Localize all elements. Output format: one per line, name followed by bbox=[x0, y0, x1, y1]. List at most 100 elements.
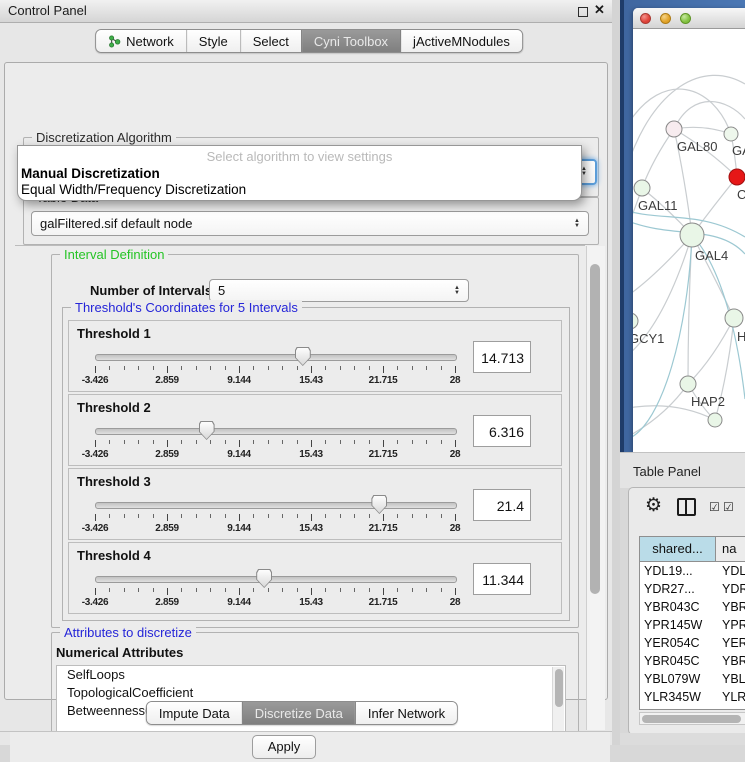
table-row[interactable]: YBR043CYBR0 bbox=[640, 598, 745, 616]
network-node[interactable] bbox=[680, 376, 696, 392]
tick-mark bbox=[167, 440, 168, 447]
tick-mark bbox=[282, 366, 283, 370]
attribute-list-item[interactable]: SelfLoops bbox=[57, 666, 565, 684]
tick-mark bbox=[181, 440, 182, 444]
checkbox-checked-icon[interactable]: ☑ bbox=[723, 500, 734, 514]
tick-mark bbox=[153, 588, 154, 592]
tab-select[interactable]: Select bbox=[240, 30, 301, 52]
network-node-label: C bbox=[737, 187, 745, 202]
network-node[interactable] bbox=[729, 169, 745, 185]
control-panel-titlebar: Control Panel ✕ bbox=[0, 0, 612, 23]
network-node[interactable] bbox=[633, 313, 638, 329]
tick-mark bbox=[383, 440, 384, 447]
minimize-traffic-light-icon[interactable] bbox=[660, 13, 671, 24]
tick-mark bbox=[397, 440, 398, 444]
tick-mark bbox=[426, 440, 427, 444]
tab-style[interactable]: Style bbox=[186, 30, 240, 52]
popup-option-manual[interactable]: Manual Discretization bbox=[18, 166, 581, 182]
tick-mark bbox=[311, 514, 312, 521]
gear-icon[interactable]: ⚙ bbox=[645, 494, 662, 517]
tick-mark bbox=[354, 440, 355, 444]
table-horizontal-scrollbar[interactable] bbox=[639, 712, 745, 725]
threshold-value-field[interactable]: 6.316 bbox=[473, 415, 531, 447]
settings-scroll-region: Interval Definition Number of Intervals … bbox=[15, 245, 585, 732]
threshold-value-field[interactable]: 11.344 bbox=[473, 563, 531, 595]
combo-spinner-icon: ▲▼ bbox=[454, 286, 460, 296]
tab-infer-network[interactable]: Infer Network bbox=[355, 702, 457, 724]
node-attribute-table[interactable]: shared... na YDL19...YDL1YDR27...YDR2YBR… bbox=[639, 536, 745, 710]
tick-mark bbox=[369, 514, 370, 518]
tick-mark bbox=[239, 588, 240, 595]
tab-jactivemnodules[interactable]: jActiveMNodules bbox=[400, 30, 522, 52]
network-node[interactable] bbox=[724, 127, 738, 141]
panel-vertical-scrollbar[interactable] bbox=[586, 246, 605, 730]
threshold-value-field[interactable]: 14.713 bbox=[473, 341, 531, 373]
column-header-shared-name[interactable]: shared... bbox=[640, 537, 716, 561]
attributes-scrollbar[interactable] bbox=[552, 667, 564, 732]
tab-network[interactable]: Network bbox=[96, 30, 186, 52]
tick-label: -3.426 bbox=[82, 375, 109, 386]
zoom-traffic-light-icon[interactable] bbox=[680, 13, 691, 24]
network-window: GAL80GACGAL11GAL4GCY1HHAP2 bbox=[633, 8, 745, 452]
control-panel: Control Panel ✕ Network Style Select Cyn… bbox=[0, 0, 613, 745]
tick-mark bbox=[167, 366, 168, 373]
threshold-value-field[interactable]: 21.4 bbox=[473, 489, 531, 521]
tick-label: 9.144 bbox=[227, 375, 251, 386]
scrollbar-thumb[interactable] bbox=[555, 669, 563, 707]
table-data-combobox[interactable]: galFiltered.sif default node ▲▼ bbox=[31, 211, 589, 236]
close-icon[interactable]: ✕ bbox=[594, 2, 605, 18]
popup-option-equal-width[interactable]: Equal Width/Frequency Discretization bbox=[18, 182, 581, 198]
columns-icon[interactable] bbox=[677, 498, 696, 516]
tick-mark bbox=[369, 366, 370, 370]
threshold-slider-thumb[interactable] bbox=[256, 569, 272, 588]
network-node[interactable] bbox=[634, 180, 650, 196]
table-row[interactable]: YIL052CYIL0 bbox=[640, 706, 745, 710]
table-row[interactable]: YPR145WYPR1 bbox=[640, 616, 745, 634]
tick-mark bbox=[196, 514, 197, 518]
column-header-name[interactable]: na bbox=[716, 537, 745, 561]
scrollbar-thumb[interactable] bbox=[590, 264, 600, 594]
attribute-list-item[interactable]: TopologicalCoefficient bbox=[57, 684, 565, 702]
tick-mark bbox=[426, 514, 427, 518]
tick-mark bbox=[210, 514, 211, 518]
cell-name: YIL0 bbox=[716, 706, 745, 710]
table-row[interactable]: YLR345WYLR3 bbox=[640, 688, 745, 706]
tick-label: 28 bbox=[450, 597, 461, 608]
tab-impute-data[interactable]: Impute Data bbox=[147, 702, 242, 724]
tick-mark bbox=[153, 440, 154, 444]
tick-mark bbox=[95, 440, 96, 447]
table-row[interactable]: YER054CYER0 bbox=[640, 634, 745, 652]
number-of-intervals-combobox[interactable]: 5 ▲▼ bbox=[209, 279, 469, 302]
table-row[interactable]: YDL19...YDL1 bbox=[640, 562, 745, 580]
tick-label: 9.144 bbox=[227, 523, 251, 534]
float-window-icon[interactable] bbox=[578, 7, 588, 17]
tick-mark bbox=[181, 366, 182, 370]
threshold-slider-thumb[interactable] bbox=[371, 495, 387, 514]
discretization-group-label: Discretization Algorithm bbox=[32, 130, 176, 145]
table-header: shared... na bbox=[640, 537, 745, 562]
tab-discretize-data[interactable]: Discretize Data bbox=[242, 702, 355, 724]
network-canvas[interactable]: GAL80GACGAL11GAL4GCY1HHAP2 bbox=[633, 29, 745, 452]
network-node[interactable] bbox=[725, 309, 743, 327]
table-row[interactable]: YDR27...YDR2 bbox=[640, 580, 745, 598]
tick-mark bbox=[354, 514, 355, 518]
table-row[interactable]: YBR045CYBR0 bbox=[640, 652, 745, 670]
tick-mark bbox=[124, 440, 125, 444]
threshold-slider-thumb[interactable] bbox=[295, 347, 311, 366]
tick-mark bbox=[268, 366, 269, 370]
network-node[interactable] bbox=[708, 413, 722, 427]
apply-button[interactable]: Apply bbox=[252, 735, 316, 759]
tick-mark bbox=[455, 440, 456, 447]
scrollbar-thumb[interactable] bbox=[642, 715, 741, 723]
checkbox-checked-icon[interactable]: ☑ bbox=[709, 500, 720, 514]
cell-shared-name: YER054C bbox=[640, 634, 716, 652]
table-row[interactable]: YBL079WYBL0 bbox=[640, 670, 745, 688]
network-node[interactable] bbox=[680, 223, 704, 247]
threshold-slider-thumb[interactable] bbox=[199, 421, 215, 440]
tick-mark bbox=[210, 366, 211, 370]
close-traffic-light-icon[interactable] bbox=[640, 13, 651, 24]
tick-mark bbox=[95, 514, 96, 521]
network-node[interactable] bbox=[666, 121, 682, 137]
tick-label: 2.859 bbox=[155, 597, 179, 608]
tab-cyni-toolbox[interactable]: Cyni Toolbox bbox=[301, 30, 400, 52]
